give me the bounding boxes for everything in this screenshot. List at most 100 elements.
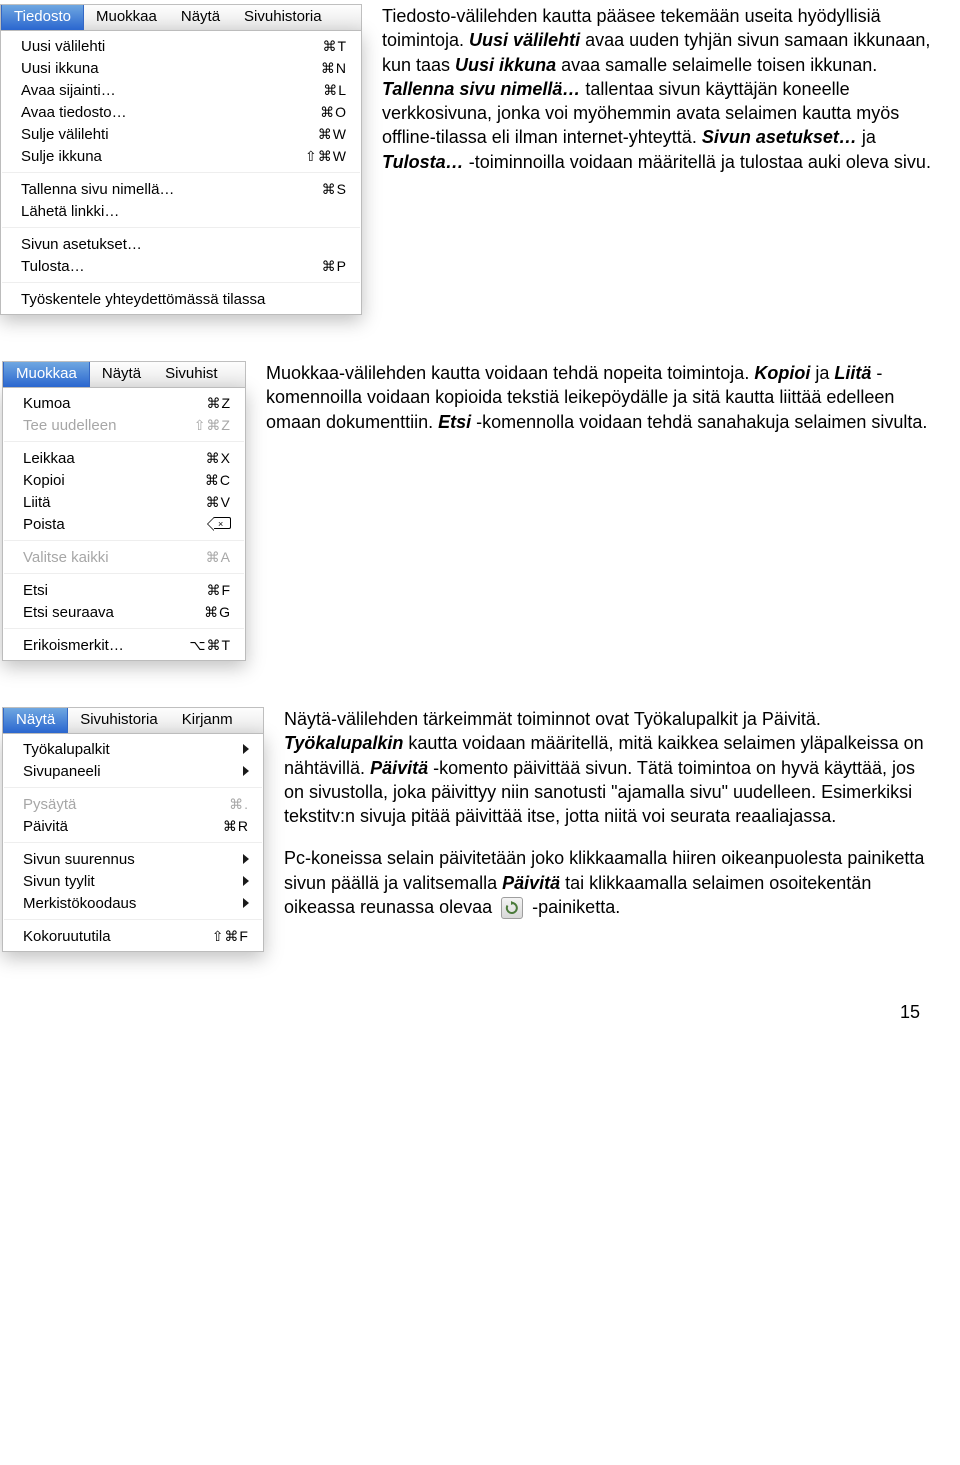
text: Muokkaa-välilehden kautta voidaan tehdä … — [266, 363, 754, 383]
menu-item-shortcut: ⌘L — [299, 82, 347, 99]
menu-item-label: Valitse kaikki — [23, 549, 182, 566]
text: avaa samalle selaimelle toisen ikkunan. — [561, 55, 877, 75]
menu-separator — [2, 172, 360, 173]
menubar-label: Sivuhist — [165, 365, 218, 382]
submenu-arrow-icon — [243, 766, 249, 776]
menu-item[interactable]: Sivun asetukset… — [1, 233, 361, 255]
menu-item[interactable]: Sulje välilehti⌘W — [1, 123, 361, 145]
menu-item[interactable]: Uusi ikkuna⌘N — [1, 57, 361, 79]
menu-item-label: Liitä — [23, 494, 182, 511]
menu-item-shortcut: ⌘C — [181, 472, 231, 489]
menubar-item-kirjanm[interactable]: Kirjanm — [170, 708, 245, 733]
menubar-label: Sivuhistoria — [244, 8, 322, 25]
menu-item-shortcut: ⇧⌘F — [188, 928, 249, 945]
menu-item: Pysäytä⌘. — [3, 793, 263, 815]
menu-item[interactable]: Päivitä⌘R — [3, 815, 263, 837]
menubar-item-sivuhist[interactable]: Sivuhist — [153, 362, 230, 387]
menu-item-label: Sivun asetukset… — [21, 236, 347, 253]
menu-item: Valitse kaikki⌘A — [3, 546, 245, 568]
menu-item[interactable]: Etsi⌘F — [3, 579, 245, 601]
menubar-item-tiedosto[interactable]: Tiedosto — [1, 5, 84, 30]
term: Päivitä — [370, 758, 428, 778]
menu-item-shortcut: ⌘W — [294, 126, 347, 143]
menu-item[interactable]: Työkalupalkit — [3, 738, 263, 760]
menu-item-label: Leikkaa — [23, 450, 182, 467]
menu-item[interactable]: Lähetä linkki… — [1, 200, 361, 222]
menu-separator — [4, 628, 244, 629]
text: -komennolla voidaan tehdä sanahakuja sel… — [476, 412, 927, 432]
menu-item-shortcut: ⌥⌘T — [165, 637, 231, 654]
menu-item-shortcut: ⌘Z — [182, 395, 231, 412]
menu-separator — [4, 787, 262, 788]
menu-item[interactable]: Avaa sijainti…⌘L — [1, 79, 361, 101]
menu-item-label: Sivun tyylit — [23, 873, 243, 890]
menu-item-label: Poista — [23, 516, 189, 533]
menu-item[interactable]: Kopioi⌘C — [3, 469, 245, 491]
menu-item[interactable]: Uusi välilehti⌘T — [1, 35, 361, 57]
menu-item-shortcut: ⇧⌘Z — [170, 417, 231, 434]
nayta-dropdown: TyökalupalkitSivupaneeli Pysäytä⌘.Päivitä… — [2, 733, 264, 952]
menubar-label: Näytä — [181, 8, 220, 25]
nayta-description: Näytä-välilehden tärkeimmät toiminnot ov… — [264, 707, 936, 937]
menu-item[interactable]: Kokoruututila⇧⌘F — [3, 925, 263, 947]
menu-item-shortcut: ⌘G — [180, 604, 231, 621]
menubar-item-sivuhistoria[interactable]: Sivuhistoria — [68, 708, 170, 733]
menu-item[interactable]: Sulje ikkuna⇧⌘W — [1, 145, 361, 167]
menu-item-label: Sulje välilehti — [21, 126, 294, 143]
menubar-item-muokkaa[interactable]: Muokkaa — [84, 5, 169, 30]
menu-separator — [4, 919, 262, 920]
menu-item-label: Etsi seuraava — [23, 604, 180, 621]
menu-item[interactable]: Sivun tyylit — [3, 870, 263, 892]
menu-item[interactable]: Liitä⌘V — [3, 491, 245, 513]
menubar-item-nayta[interactable]: Näytä — [3, 708, 68, 733]
menu-item[interactable]: Erikoismerkit…⌥⌘T — [3, 634, 245, 656]
menu-item[interactable]: Työskentele yhteydettömässä tilassa — [1, 288, 361, 310]
term: Tulosta… — [382, 152, 464, 172]
text: Näytä-välilehden tärkeimmät toiminnot ov… — [284, 709, 821, 729]
menu-item[interactable]: Etsi seuraava⌘G — [3, 601, 245, 623]
menu-item[interactable]: Leikkaa⌘X — [3, 447, 245, 469]
menu-item[interactable]: Poista× — [3, 513, 245, 535]
muokkaa-description: Muokkaa-välilehden kautta voidaan tehdä … — [246, 361, 936, 452]
menu-item[interactable]: Sivupaneeli — [3, 760, 263, 782]
menubar-muokkaa: Muokkaa Näytä Sivuhist — [2, 361, 246, 387]
menu-item[interactable]: Tallenna sivu nimellä…⌘S — [1, 178, 361, 200]
menu-item-label: Avaa sijainti… — [21, 82, 299, 99]
menu-item[interactable]: Tulosta…⌘P — [1, 255, 361, 277]
text: -toiminnoilla voidaan määritellä ja tulo… — [469, 152, 931, 172]
menubar-item-sivuhistoria[interactable]: Sivuhistoria — [232, 5, 334, 30]
term: Etsi — [438, 412, 471, 432]
term: Päivitä — [502, 873, 560, 893]
term: Sivun asetukset… — [702, 127, 857, 147]
menu-item-label: Etsi — [23, 582, 182, 599]
menu-item-label: Tulosta… — [21, 258, 298, 275]
menu-item[interactable]: Merkistökoodaus — [3, 892, 263, 914]
menubar-label: Sivuhistoria — [80, 711, 158, 728]
menubar-item-nayta[interactable]: Näytä — [90, 362, 153, 387]
term: Uusi ikkuna — [455, 55, 556, 75]
submenu-arrow-icon — [243, 854, 249, 864]
muokkaa-dropdown: Kumoa⌘ZTee uudelleen⇧⌘ZLeikkaa⌘XKopioi⌘C… — [2, 387, 246, 661]
menu-item-label: Kopioi — [23, 472, 181, 489]
term: Uusi välilehti — [469, 30, 580, 50]
menu-item-label: Lähetä linkki… — [21, 203, 347, 220]
menu-item-label: Sivun suurennus — [23, 851, 243, 868]
menu-item-label: Kokoruututila — [23, 928, 188, 945]
menubar-label: Näytä — [16, 711, 55, 728]
term: Kopioi — [754, 363, 810, 383]
menu-item[interactable]: Sivun suurennus — [3, 848, 263, 870]
muokkaa-menu-screenshot: Muokkaa Näytä Sivuhist Kumoa⌘ZTee uudell… — [2, 361, 246, 661]
menubar-item-muokkaa[interactable]: Muokkaa — [3, 362, 90, 387]
menu-item-label: Sulje ikkuna — [21, 148, 281, 165]
text: -painiketta. — [532, 897, 620, 917]
menubar-item-nayta[interactable]: Näytä — [169, 5, 232, 30]
menu-item-label: Uusi ikkuna — [21, 60, 297, 77]
menu-separator — [4, 842, 262, 843]
menubar-label: Tiedosto — [14, 8, 71, 25]
menu-item[interactable]: Avaa tiedosto…⌘O — [1, 101, 361, 123]
text: ja — [862, 127, 876, 147]
tiedosto-description: Tiedosto-välilehden kautta pääsee tekemä… — [362, 4, 936, 192]
menu-item[interactable]: Kumoa⌘Z — [3, 392, 245, 414]
menu-separator — [4, 540, 244, 541]
menu-item-shortcut: ⌘N — [297, 60, 347, 77]
